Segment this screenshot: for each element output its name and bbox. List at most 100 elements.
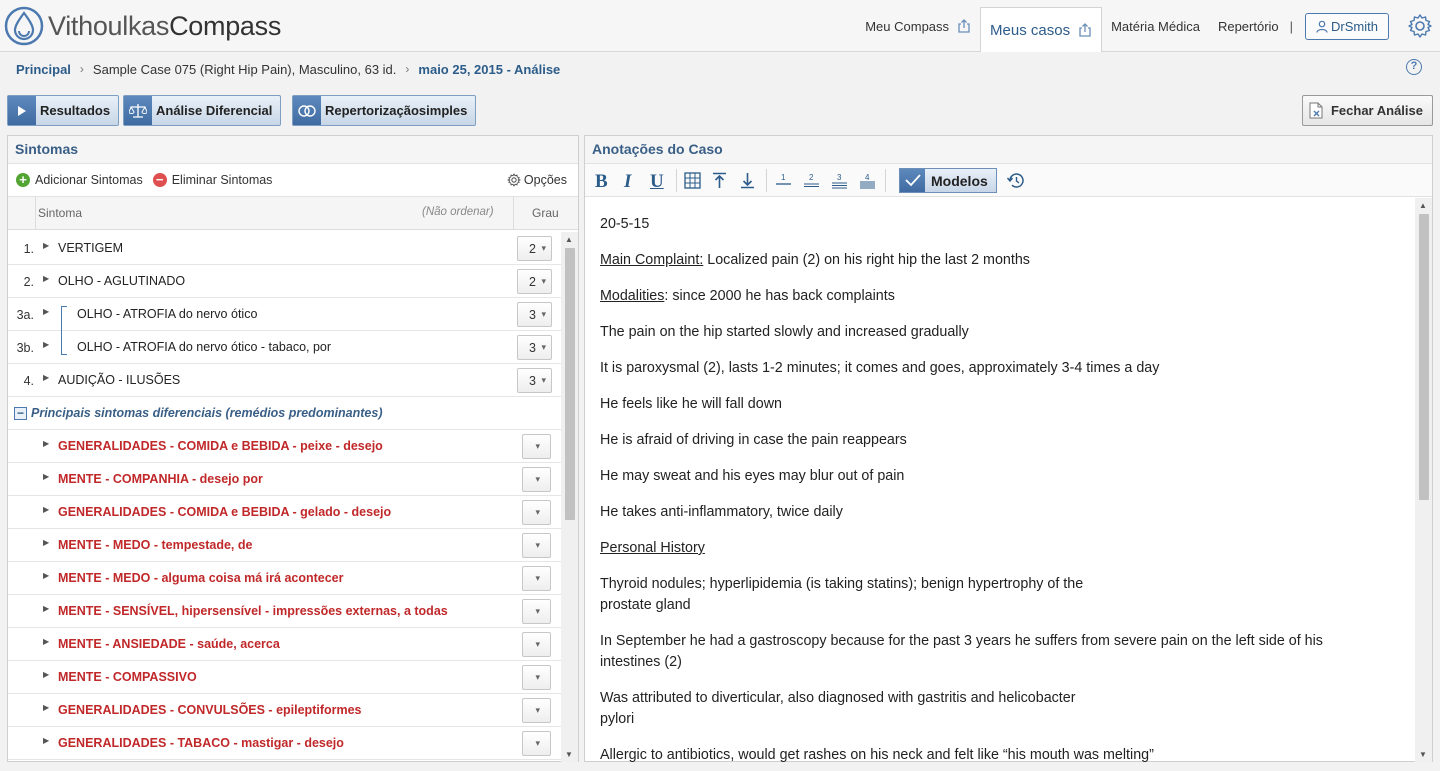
differential-row[interactable]: ▶ MENTE - MEDO - alguma coisa má irá acon… xyxy=(8,562,562,595)
note-paragraph: Thyroid nodules; hyperlipidemia (is taki… xyxy=(600,574,1400,616)
expand-arrow-icon[interactable]: ▶ xyxy=(43,472,49,481)
scroll-down-icon[interactable]: ▼ xyxy=(565,750,573,759)
nav-repertorio[interactable]: Repertório xyxy=(1209,0,1288,52)
nav-meu-compass[interactable]: Meu Compass xyxy=(856,0,980,52)
differential-row[interactable]: ▶ GENERALIDADES - CONVULSÕES - epileptifo… xyxy=(8,694,562,727)
grade-select[interactable]: 3 xyxy=(517,335,552,360)
grade-select[interactable] xyxy=(522,665,551,690)
expand-arrow-icon[interactable]: ▶ xyxy=(43,505,49,514)
differential-row[interactable]: ▶ MENTE - MEDO - tempestade, de xyxy=(8,529,562,562)
grade-select[interactable] xyxy=(522,533,551,558)
symptom-row[interactable]: 2. ▶ OLHO - AGLUTINADO 2 xyxy=(8,265,562,298)
symptom-row[interactable]: 3b. ▶ OLHO - ATROFIA do nervo ótico - ta… xyxy=(8,331,562,364)
column-grade[interactable]: Grau xyxy=(532,206,559,220)
expand-arrow-icon[interactable]: ▶ xyxy=(43,670,49,679)
table-icon[interactable] xyxy=(684,172,701,189)
expand-arrow-icon[interactable]: ▶ xyxy=(43,538,49,547)
scroll-thumb[interactable] xyxy=(565,248,575,520)
nav-separator: | xyxy=(1289,18,1294,34)
align-top-icon[interactable] xyxy=(712,172,727,189)
symptom-row[interactable]: 1. ▶ VERTIGEM 2 xyxy=(8,232,562,265)
expand-arrow-icon[interactable]: ▶ xyxy=(43,637,49,646)
close-analysis-button[interactable]: Fechar Análise xyxy=(1301,95,1433,126)
expand-arrow-icon[interactable]: ▶ xyxy=(43,307,49,316)
nav-materia-medica[interactable]: Matéria Médica xyxy=(1102,0,1209,52)
heading-1-icon[interactable]: 1 xyxy=(776,172,791,189)
differential-row[interactable]: ▶ MENTE - COMPANHIA - desejo por xyxy=(8,463,562,496)
differential-row[interactable]: ▶ GENERALIDADES - TABACO - mastigar - des… xyxy=(8,727,562,760)
column-symptom[interactable]: Sintoma xyxy=(38,206,82,220)
grade-select[interactable] xyxy=(522,731,551,756)
symptom-number: 3b. xyxy=(16,341,34,355)
notes-scrollbar[interactable]: ▲ ▼ xyxy=(1415,198,1432,762)
help-icon[interactable]: ? xyxy=(1406,59,1422,75)
grade-select[interactable] xyxy=(522,434,551,459)
user-button[interactable]: DrSmith xyxy=(1305,12,1389,40)
grade-select[interactable] xyxy=(522,467,551,492)
symptoms-scrollbar[interactable]: ▲ ▼ xyxy=(561,232,578,762)
scroll-down-icon[interactable]: ▼ xyxy=(1419,750,1427,759)
main-nav: Meu Compass Meus casos Matéria Médica Re… xyxy=(856,0,1440,52)
nav-meus-casos[interactable]: Meus casos xyxy=(980,7,1103,52)
expand-arrow-icon[interactable]: ▶ xyxy=(43,241,49,250)
grade-select[interactable] xyxy=(522,566,551,591)
gear-icon[interactable] xyxy=(1407,13,1433,39)
scroll-up-icon[interactable]: ▲ xyxy=(1419,201,1427,210)
grade-select[interactable] xyxy=(522,500,551,525)
grade-select[interactable] xyxy=(522,599,551,624)
expand-arrow-icon[interactable]: ▶ xyxy=(43,571,49,580)
differential-row[interactable]: ▶ GENERALIDADES - COMIDA e BEBIDA - gelad… xyxy=(8,496,562,529)
heading-4-icon[interactable]: 4 xyxy=(860,172,875,189)
differential-row[interactable]: ▶ MENTE - SENSÍVEL, hipersensível - impre… xyxy=(8,595,562,628)
grade-select[interactable] xyxy=(522,632,551,657)
rings-icon xyxy=(293,96,321,125)
expand-arrow-icon[interactable]: ▶ xyxy=(43,703,49,712)
symptom-row[interactable]: 3a. ▶ OLHO - ATROFIA do nervo ótico 3 xyxy=(8,298,562,331)
templates-button[interactable]: Modelos xyxy=(899,168,997,193)
remove-symptoms-button[interactable]: − Eliminar Sintomas xyxy=(152,173,272,187)
expand-arrow-icon[interactable]: ▶ xyxy=(43,604,49,613)
collapse-icon[interactable]: − xyxy=(14,407,27,420)
close-analysis-label: Fechar Análise xyxy=(1330,103,1423,118)
grade-select[interactable]: 2 xyxy=(517,236,552,261)
breadcrumb-home[interactable]: Principal xyxy=(16,62,71,77)
differential-row[interactable]: ▶ MENTE - ANSIEDADE - saúde, acerca xyxy=(8,628,562,661)
differential-row[interactable]: ▶ MENTE - COMPASSIVO xyxy=(8,661,562,694)
symptom-row[interactable]: 4. ▶ AUDIÇÃO - ILUSÕES 3 xyxy=(8,364,562,397)
nav-label: Meu Compass xyxy=(865,18,950,34)
scroll-thumb[interactable] xyxy=(1419,214,1429,500)
options-button[interactable]: Opções xyxy=(506,173,567,187)
bold-button[interactable]: B xyxy=(595,171,608,193)
grade-select[interactable]: 3 xyxy=(517,302,552,327)
history-icon[interactable] xyxy=(1006,172,1025,189)
grade-select[interactable]: 2 xyxy=(517,269,552,294)
differential-row[interactable]: ▶ GENERALIDADES - COMIDA e BEBIDA - peixe… xyxy=(8,430,562,463)
templates-label: Modelos xyxy=(931,172,988,189)
column-sort[interactable]: (Não ordenar) xyxy=(422,206,494,218)
differential-group-header[interactable]: − Principais sintomas diferenciais (remé… xyxy=(8,397,562,430)
heading-3-icon[interactable]: 3 xyxy=(832,172,847,189)
simple-repertorization-button[interactable]: Repertorizaçãosimples xyxy=(292,95,477,126)
expand-arrow-icon[interactable]: ▶ xyxy=(43,373,49,382)
symptom-label: AUDIÇÃO - ILUSÕES xyxy=(58,373,181,387)
note-line: prostate gland xyxy=(600,597,691,613)
app-logo[interactable]: VithoulkasCompass xyxy=(4,4,281,48)
expand-arrow-icon[interactable]: ▶ xyxy=(43,736,49,745)
differential-label: GENERALIDADES - TABACO - mastigar - dese… xyxy=(58,736,344,750)
expand-arrow-icon[interactable]: ▶ xyxy=(43,274,49,283)
results-button[interactable]: Resultados xyxy=(7,95,120,126)
add-symptoms-button[interactable]: + Adicionar Sintomas xyxy=(16,173,143,187)
grade-select[interactable]: 3 xyxy=(517,368,552,393)
case-notes-title: Anotações do Caso xyxy=(585,136,1432,164)
align-bottom-icon[interactable] xyxy=(740,172,755,189)
grade-select[interactable] xyxy=(522,698,551,723)
differential-analysis-button[interactable]: Análise Diferencial xyxy=(123,95,282,126)
heading-2-icon[interactable]: 2 xyxy=(804,172,819,189)
expand-arrow-icon[interactable]: ▶ xyxy=(43,439,49,448)
scroll-up-icon[interactable]: ▲ xyxy=(565,235,573,244)
case-notes-editor[interactable]: 20-5-15 Main Complaint: Localized pain (… xyxy=(585,198,1415,762)
italic-button[interactable]: I xyxy=(624,171,631,193)
underline-button[interactable]: U xyxy=(650,171,664,193)
breadcrumb-case[interactable]: Sample Case 075 (Right Hip Pain), Mascul… xyxy=(93,62,396,77)
expand-arrow-icon[interactable]: ▶ xyxy=(43,340,49,349)
